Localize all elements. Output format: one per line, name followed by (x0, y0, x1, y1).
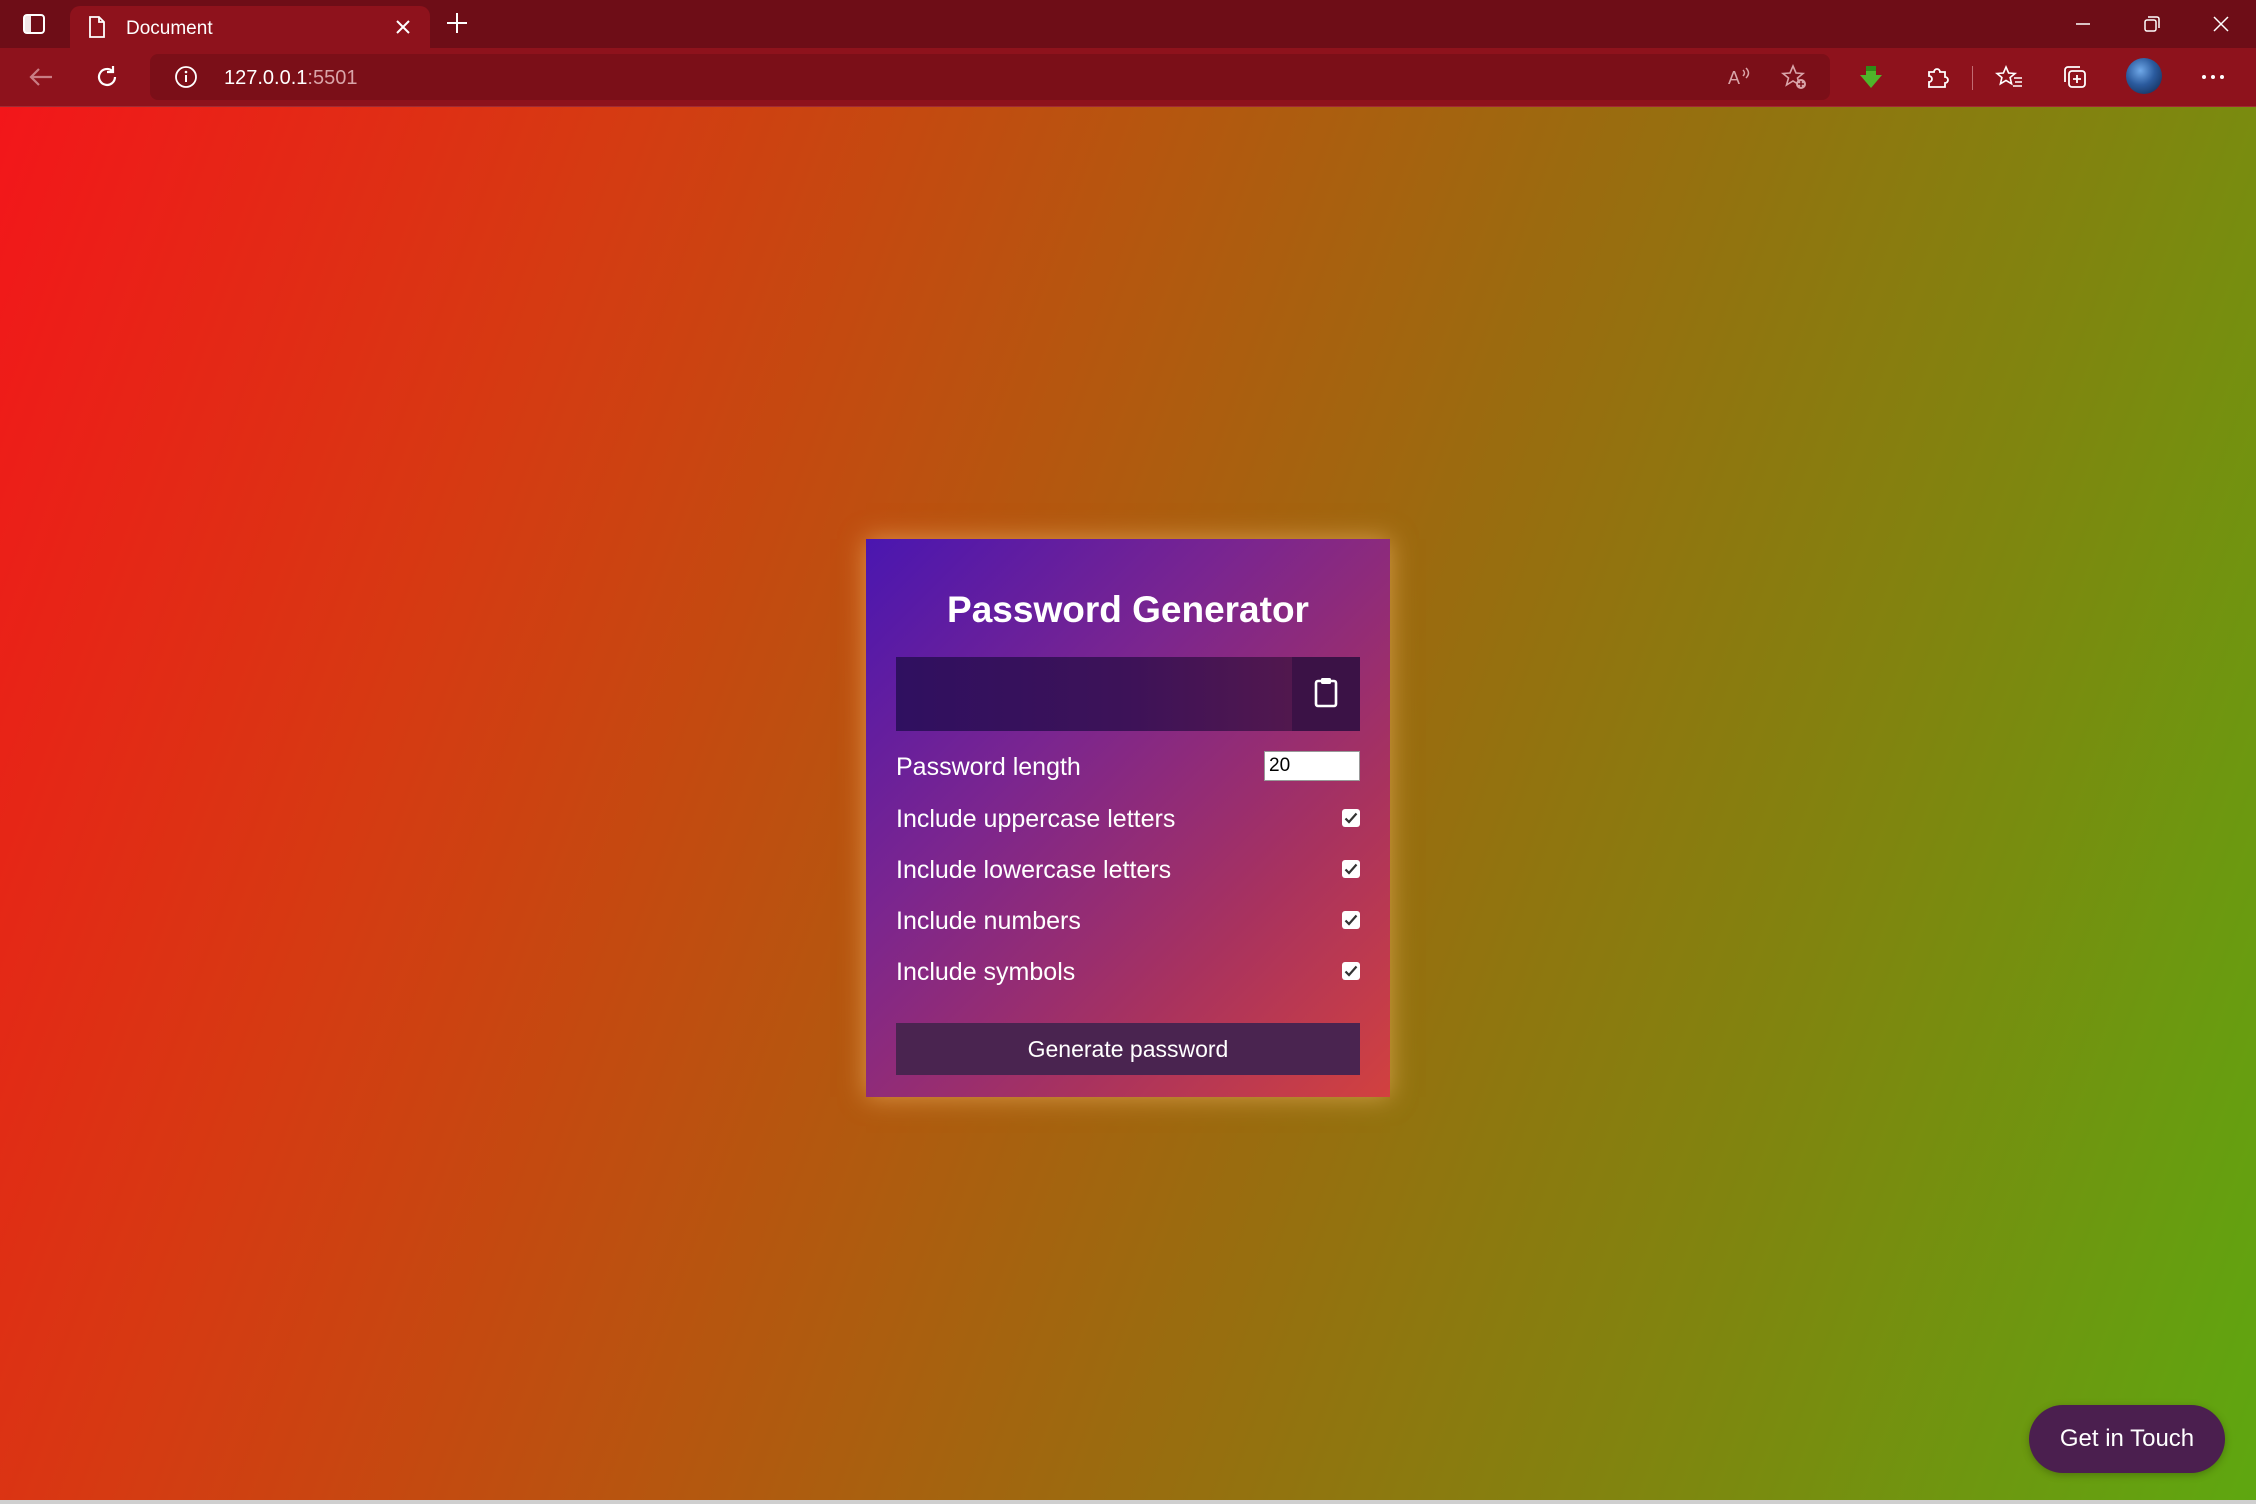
card-title: Password Generator (947, 589, 1309, 630)
numbers-checkbox[interactable] (1342, 911, 1360, 929)
tab-title: Document (126, 18, 213, 39)
setting-label-numbers: Include numbers (896, 907, 1081, 935)
page-viewport: Password Generator Password length Inclu… (0, 107, 2256, 1504)
password-result-field[interactable] (896, 657, 1360, 731)
extensions-icon[interactable] (1920, 60, 1954, 94)
password-length-input[interactable] (1264, 751, 1360, 781)
setting-length: Password length (896, 747, 1360, 787)
setting-label-lowercase: Include lowercase letters (896, 856, 1172, 884)
setting-label-symbols: Include symbols (896, 958, 1076, 986)
browser-titlebar: Document (0, 0, 2256, 48)
setting-uppercase: Include uppercase letters (896, 799, 1360, 839)
copy-to-clipboard-button[interactable] (1292, 657, 1360, 731)
collections-icon[interactable] (2058, 60, 2092, 94)
scroll-edge (0, 1500, 2256, 1504)
password-generator-card: Password Generator Password length Inclu… (866, 539, 1390, 1097)
setting-lowercase: Include lowercase letters (896, 850, 1360, 890)
lowercase-checkbox[interactable] (1342, 860, 1360, 878)
url-text[interactable]: 127.0.0.1:5501 (224, 67, 357, 90)
minimize-icon[interactable] (2063, 10, 2103, 38)
browser-toolbar: 127.0.0.1:5501 A (0, 48, 2256, 107)
setting-numbers: Include numbers (896, 901, 1360, 941)
setting-label-uppercase: Include uppercase letters (896, 805, 1176, 833)
back-icon[interactable] (24, 62, 58, 92)
download-extension-icon[interactable] (1854, 60, 1888, 94)
add-favorite-icon[interactable] (1778, 62, 1810, 92)
tab-actions-icon[interactable] (18, 10, 50, 38)
document-icon (88, 16, 106, 43)
profile-avatar[interactable] (2126, 58, 2162, 94)
symbols-checkbox[interactable] (1342, 962, 1360, 980)
close-icon[interactable] (394, 18, 412, 41)
generate-password-button[interactable]: Generate password (896, 1023, 1360, 1075)
browser-tab[interactable]: Document (70, 6, 430, 48)
uppercase-checkbox[interactable] (1342, 809, 1360, 827)
favorites-icon[interactable] (1992, 60, 2026, 94)
more-icon[interactable] (2196, 60, 2230, 94)
url-port: :5501 (307, 67, 358, 89)
setting-symbols: Include symbols (896, 952, 1360, 992)
svg-text:A: A (1728, 68, 1740, 88)
clipboard-icon (1313, 676, 1339, 713)
get-in-touch-button[interactable]: Get in Touch (2029, 1405, 2225, 1473)
toolbar-divider (1972, 66, 1973, 90)
info-icon[interactable] (174, 65, 198, 94)
refresh-icon[interactable] (90, 62, 124, 92)
read-aloud-icon[interactable]: A (1724, 62, 1756, 92)
restore-icon[interactable] (2132, 10, 2172, 38)
setting-label-length: Password length (896, 753, 1081, 781)
url-host: 127.0.0.1 (224, 67, 308, 89)
new-tab-icon[interactable] (444, 10, 470, 41)
window-close-icon[interactable] (2201, 10, 2241, 38)
address-bar[interactable]: 127.0.0.1:5501 A (150, 54, 1830, 100)
